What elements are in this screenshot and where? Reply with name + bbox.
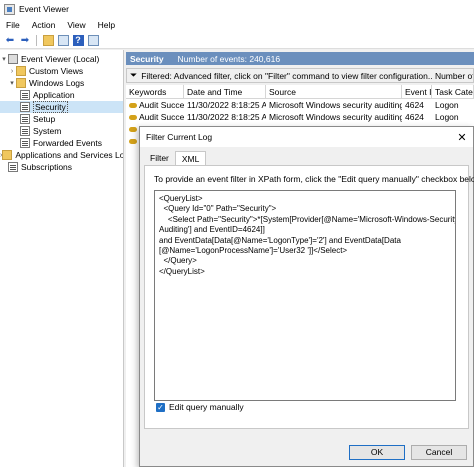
menu-file[interactable]: File	[6, 20, 20, 30]
tree-item-applications-and-services[interactable]: › Applications and Services Lo	[0, 149, 123, 161]
date-cell: 11/30/2022 8:18:25 AM	[187, 100, 266, 110]
open-folder-icon[interactable]	[42, 34, 54, 46]
keywords-cell: Audit Success	[126, 111, 184, 123]
folder-icon	[16, 78, 26, 88]
title-bar: Event Viewer	[0, 0, 474, 18]
filter-funnel-icon: ⏷	[130, 70, 138, 80]
tree-item-security[interactable]: Security	[0, 101, 123, 113]
key-icon	[129, 127, 137, 133]
log-name: Security	[130, 53, 164, 64]
log-icon	[20, 102, 30, 112]
expand-arrow-icon[interactable]: ›	[8, 68, 16, 75]
collapse-arrow-icon[interactable]: ▾	[8, 79, 16, 87]
edit-query-manually-row[interactable]: ✓ Edit query manually	[156, 402, 244, 412]
tree-item-application[interactable]: Application	[0, 89, 123, 101]
event-details-pane	[126, 190, 140, 467]
log-icon	[20, 126, 30, 136]
ok-button[interactable]: OK	[349, 445, 405, 460]
xml-instruction-text: To provide an event filter in XPath form…	[154, 174, 474, 184]
key-icon	[129, 115, 137, 121]
log-pane-header: Security Number of events: 240,616	[126, 52, 474, 65]
event-id-cell: 4624	[405, 100, 424, 110]
viewer-icon	[8, 54, 18, 64]
event-id-cell: 4624	[405, 112, 424, 122]
window-title: Event Viewer	[19, 4, 69, 14]
cancel-button[interactable]: Cancel	[411, 445, 467, 460]
tree-item-setup[interactable]: Setup	[0, 113, 123, 125]
column-source[interactable]: Source	[266, 85, 402, 98]
keywords-cell: Audit Success	[126, 99, 184, 111]
menu-action[interactable]: Action	[32, 20, 56, 30]
toolbar-separator	[36, 34, 37, 46]
event-viewer-app-icon	[4, 3, 15, 15]
help-icon[interactable]: ?	[72, 34, 84, 46]
source-cell: Microsoft Windows security auditing.	[269, 100, 402, 110]
table-row[interactable]: Audit Success 11/30/2022 8:18:25 AM Micr…	[126, 111, 474, 123]
filter-status-bar: ⏷ Filtered: Advanced filter, click on "F…	[126, 68, 474, 83]
log-icon	[20, 90, 30, 100]
tree-item-forwarded-events[interactable]: Forwarded Events	[0, 137, 123, 149]
dialog-title-bar: Filter Current Log ✕	[140, 127, 473, 147]
back-arrow-icon[interactable]: ⬅	[4, 34, 16, 46]
tab-filter[interactable]: Filter	[144, 151, 175, 165]
close-icon[interactable]: ✕	[451, 131, 473, 144]
tab-xml[interactable]: XML	[174, 151, 207, 166]
grid-header: Keywords Date and Time Source Event ID T…	[126, 85, 474, 99]
column-keywords[interactable]: Keywords	[126, 85, 184, 98]
log-icon	[20, 114, 30, 124]
edit-query-manually-label[interactable]: Edit query manually	[169, 402, 244, 412]
dialog-button-row: OK Cancel	[349, 445, 467, 460]
filter-current-log-dialog: Filter Current Log ✕ Filter XML To provi…	[139, 126, 474, 467]
column-date-time[interactable]: Date and Time	[184, 85, 266, 98]
source-cell: Microsoft Windows security auditing.	[269, 112, 402, 122]
task-category-cell: Logon	[435, 100, 459, 110]
log-icon	[8, 162, 18, 172]
tree-item-system[interactable]: System	[0, 125, 123, 137]
column-event-id[interactable]: Event ID	[402, 85, 432, 98]
edit-query-manually-checkbox[interactable]: ✓	[156, 402, 165, 412]
tree-item-custom-views[interactable]: › Custom Views	[0, 65, 123, 77]
dialog-title: Filter Current Log	[146, 132, 213, 142]
date-cell: 11/30/2022 8:18:25 AM	[187, 112, 266, 122]
dialog-tabs: Filter XML	[144, 151, 207, 166]
console-tree-icon[interactable]	[57, 34, 69, 46]
task-category-cell: Logon	[435, 112, 459, 122]
column-task-category[interactable]: Task Categ	[432, 85, 474, 98]
tree-item-event-viewer-local[interactable]: ▾ Event Viewer (Local)	[0, 53, 123, 65]
xml-query-editor[interactable]: <QueryList> <Query Id="0" Path="Security…	[154, 190, 456, 401]
event-count: Number of events: 240,616	[177, 53, 281, 64]
table-row[interactable]: Audit Success 11/30/2022 8:18:25 AM Micr…	[126, 99, 474, 111]
console-tree: ▾ Event Viewer (Local) › Custom Views ▾ …	[0, 50, 124, 467]
toolbar: ⬅ ➡ ?	[0, 32, 474, 49]
tree-item-subscriptions[interactable]: Subscriptions	[0, 161, 123, 173]
menu-bar: File Action View Help	[0, 18, 474, 32]
show-action-pane-icon[interactable]	[87, 34, 99, 46]
collapse-arrow-icon[interactable]: ▾	[0, 55, 8, 63]
folder-icon	[16, 66, 26, 76]
filter-status-text: Filtered: Advanced filter, click on "Fil…	[141, 70, 474, 81]
menu-help[interactable]: Help	[98, 20, 115, 30]
folder-icon	[2, 150, 13, 160]
tree-item-windows-logs[interactable]: ▾ Windows Logs	[0, 77, 123, 89]
log-icon	[20, 138, 30, 148]
key-icon	[129, 103, 137, 109]
key-icon	[129, 139, 137, 145]
forward-arrow-icon[interactable]: ➡	[19, 34, 31, 46]
xml-tab-panel: To provide an event filter in XPath form…	[144, 165, 474, 429]
menu-view[interactable]: View	[67, 20, 85, 30]
